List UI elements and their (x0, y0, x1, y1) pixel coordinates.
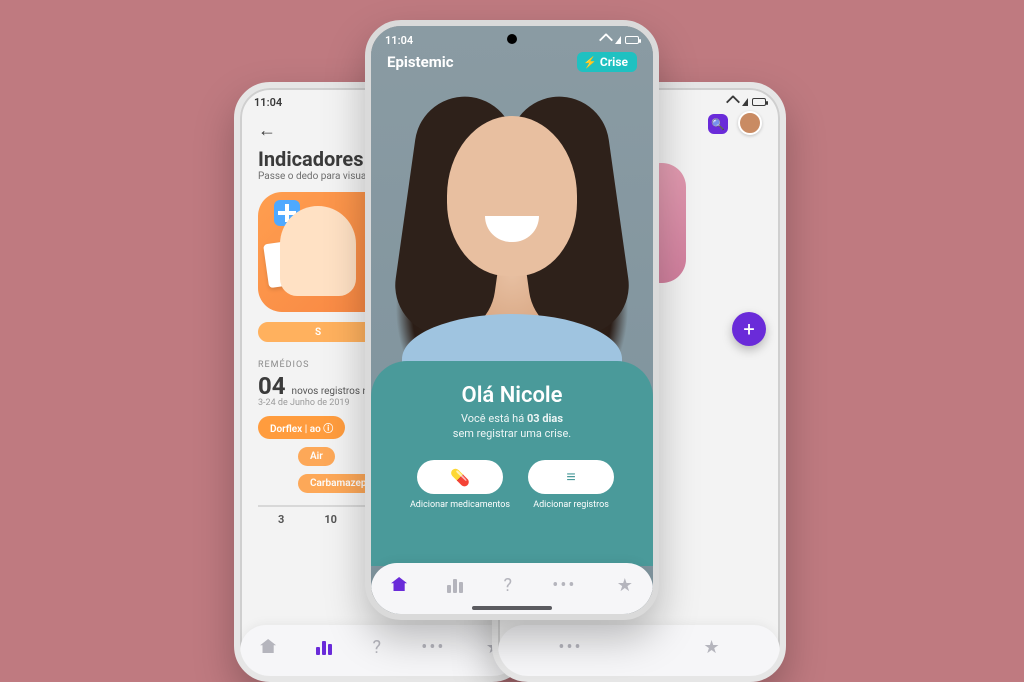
status-icons (728, 97, 766, 107)
add-record-label: Adicionar registros (533, 500, 609, 510)
phone-center: 11:04 Epistemic Crise Olá Nicole Você es… (365, 20, 659, 620)
nav-star-icon[interactable]: ★ (703, 637, 719, 658)
nav-help-icon[interactable]: ? (504, 575, 513, 596)
remedies-count: 04 (258, 372, 286, 400)
ruler-tick-3: 3 (278, 513, 284, 526)
avatar[interactable] (738, 111, 762, 135)
home-indicator (472, 606, 552, 610)
nav-chart-icon[interactable] (447, 579, 463, 593)
greeting-card: Olá Nicole Você está há 03 dias sem regi… (371, 361, 653, 566)
med-chip-air[interactable]: Air (298, 447, 335, 466)
segment-s[interactable]: S (258, 322, 378, 342)
nav-more-icon[interactable] (552, 575, 576, 596)
add-medication-label: Adicionar medicamentos (410, 500, 510, 510)
status-time: 11:04 (254, 96, 282, 109)
signal-icon (615, 36, 621, 44)
status-time: 11:04 (385, 34, 413, 47)
dot-empty (668, 393, 698, 423)
add-record-button[interactable]: ≡ (528, 460, 614, 494)
med-chip-dorflex[interactable]: Dorflex | ao ⓘ (258, 416, 345, 439)
nav-help-icon[interactable]: ? (373, 637, 382, 658)
nav-more-icon[interactable] (421, 637, 445, 658)
crise-button[interactable]: Crise (577, 52, 637, 72)
greeting-subtitle: Você está há 03 dias sem registrar uma c… (389, 412, 635, 442)
nav-more-icon[interactable] (558, 637, 582, 658)
ruler-tick-10: 10 (324, 513, 337, 526)
bottom-nav: ? ★ (240, 625, 522, 676)
dot-empty (668, 355, 698, 385)
status-bar: 11:04 (371, 26, 653, 50)
hand-icon (280, 206, 356, 296)
greeting-title: Olá Nicole (389, 383, 635, 408)
search-button[interactable]: 🔍 (708, 114, 728, 134)
fab-add[interactable]: + (732, 312, 766, 346)
pill-icon: 💊 (450, 468, 470, 487)
crise-label: Crise (600, 55, 628, 69)
signal-icon (742, 98, 748, 106)
battery-icon (625, 36, 639, 44)
add-medication-button[interactable]: 💊 (417, 460, 503, 494)
bottom-nav: ? ★ (371, 563, 653, 614)
battery-icon (752, 98, 766, 106)
list-icon: ≡ (566, 467, 575, 487)
nav-star-icon[interactable]: ★ (617, 575, 633, 596)
dot-empty (668, 317, 698, 347)
nav-home-icon[interactable] (260, 637, 276, 658)
wifi-icon (599, 33, 613, 47)
status-icons (601, 35, 639, 45)
nav-home-icon[interactable] (391, 575, 407, 596)
bottom-nav: ★ (498, 625, 780, 676)
nav-chart-icon[interactable] (316, 641, 332, 655)
wifi-icon (726, 95, 740, 109)
brand-title: Epistemic (387, 53, 454, 71)
